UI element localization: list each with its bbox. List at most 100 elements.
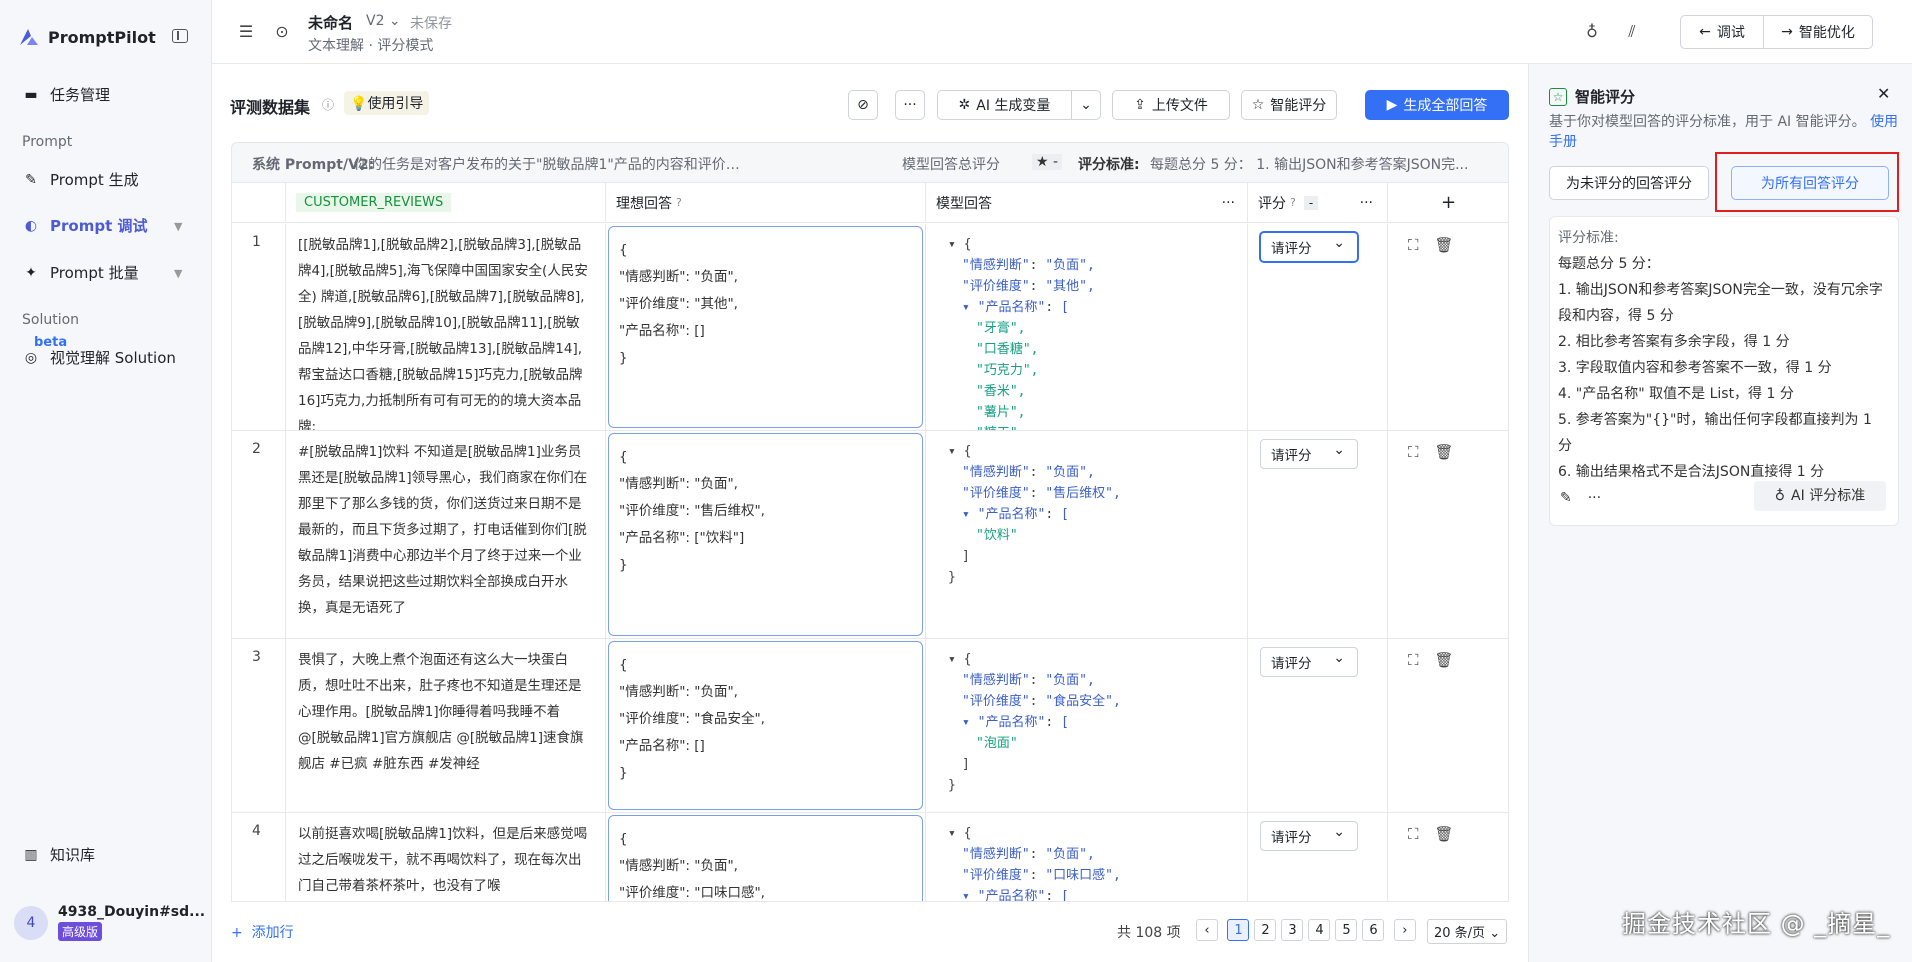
sidebar-item-prompt-debug[interactable]: ◐ Prompt 调试	[22, 215, 148, 236]
info-icon[interactable]: ⓘ	[322, 96, 334, 113]
ideal-answer[interactable]: { "情感判断": "负面", "评价维度": "售后维权", "产品名称": …	[608, 433, 923, 636]
generate-all-button[interactable]: ▶ 生成全部回答	[1365, 90, 1509, 120]
help-icon[interactable]: ?	[1290, 196, 1296, 209]
delete-icon[interactable]: 🗑	[1435, 236, 1454, 254]
page-size-select[interactable]: 20 条/页 ⌄	[1427, 919, 1508, 944]
score-unscored-button[interactable]: 为未评分的回答评分	[1549, 166, 1709, 200]
menu-icon[interactable]: ☰	[236, 22, 256, 42]
ai-generate-var-button[interactable]: ✲ AI 生成变量	[937, 90, 1072, 120]
json-line: "情感判断": "负面",	[962, 465, 1095, 480]
ai-var-dropdown[interactable]: ⌄	[1071, 90, 1101, 120]
sidebar-item-prompt-generate[interactable]: ✎ Prompt 生成	[22, 169, 139, 190]
sidebar-item-tasks[interactable]: ▬ 任务管理	[22, 84, 110, 105]
panel-title: ☆ 智能评分	[1549, 86, 1635, 107]
help-icon[interactable]: ?	[676, 196, 682, 209]
logo[interactable]: PromptPilot	[18, 26, 156, 48]
json-line: "情感判断": "负面",	[962, 847, 1095, 862]
sidebar-item-vision-solution[interactable]: ◎ 视觉理解 Solution	[22, 347, 176, 368]
upload-button[interactable]: ⇪ 上传文件	[1112, 90, 1230, 120]
ideal-cell[interactable]: { "情感判断": "负面", "评价维度": "其他", "产品名称": []…	[606, 224, 926, 430]
page-button[interactable]: 1	[1227, 919, 1250, 941]
model-answer-cell[interactable]: ▾ {"情感判断": "负面", "评价维度": "售后维权", ▾ "产品名称":…	[926, 431, 1248, 638]
expand-icon[interactable]: ⛶	[1408, 651, 1419, 669]
arrow-right-icon: →	[1781, 24, 1793, 40]
sidebar-collapse-icon[interactable]	[172, 29, 188, 43]
ideal-answer[interactable]: { "情感判断": "负面", "评价维度": "其他", "产品名称": []…	[608, 226, 923, 428]
page-title[interactable]: 未命名	[308, 12, 353, 33]
col-reviews[interactable]: CUSTOMER_REVIEWS	[286, 183, 606, 223]
prev-page-button[interactable]: ‹	[1196, 919, 1218, 941]
debug-button[interactable]: ← 调试	[1680, 15, 1764, 49]
score-select[interactable]: 请评分	[1260, 232, 1358, 262]
model-answer-cell[interactable]: ▾ {"情感判断": "负面", "评价维度": "其他", ▾ "产品名称": […	[926, 224, 1248, 430]
delete-icon[interactable]: 🗑	[1435, 651, 1454, 669]
more-icon[interactable]: ···	[1588, 485, 1601, 511]
col-score[interactable]: 评分 ? - ···	[1248, 183, 1388, 223]
json-line: ▾ "产品名称": [	[962, 300, 1069, 315]
more-icon[interactable]: ···	[1222, 195, 1235, 211]
review-cell[interactable]: [[脱敏品牌1],[脱敏品牌2],[脱敏品牌3],[脱敏品牌4],[脱敏品牌5]…	[286, 224, 606, 430]
model-answer-cell[interactable]: ▾ {"情感判断": "负面", "评价维度": "食品安全", ▾ "产品名称":…	[926, 639, 1248, 812]
optimize-button[interactable]: → 智能优化	[1763, 15, 1873, 49]
chevron-down-icon[interactable]: ▼	[174, 220, 182, 233]
sidebar-item-label: Prompt 生成	[50, 171, 139, 189]
add-column-button[interactable]: +	[1388, 183, 1508, 223]
chevron-down-icon[interactable]: ▼	[174, 267, 182, 280]
edit-icon[interactable]: ✎	[1560, 485, 1572, 511]
ideal-cell[interactable]: { "情感判断": "负面", "评价维度": "食品安全", "产品名称": …	[606, 639, 926, 812]
debug-icon: ◐	[24, 217, 38, 234]
ai-criteria-label: AI 评分标准	[1791, 488, 1866, 504]
ideal-answer[interactable]: { "情感判断": "负面", "评价维度": "食品安全", "产品名称": …	[608, 641, 923, 810]
system-prompt-text[interactable]: 你的任务是对客户发布的关于"脱敏品牌1"产品的内容和评价进行识...	[354, 154, 744, 174]
criteria-card[interactable]: 评分标准: 每题总分 5 分： 1. 输出JSON和参考答案JSON完全一致，没有…	[1549, 216, 1899, 526]
col-model[interactable]: 模型回答 ···	[926, 183, 1248, 223]
json-line: "薯片",	[948, 402, 1247, 423]
col-ideal[interactable]: 理想回答 ?	[606, 183, 926, 223]
expand-icon[interactable]: ⛶	[1408, 443, 1419, 461]
ideal-header: 理想回答	[616, 195, 672, 212]
json-key: "情感判断"	[962, 258, 1030, 273]
page-button[interactable]: 6	[1362, 919, 1385, 941]
score-select[interactable]: 请评分	[1260, 821, 1358, 851]
sidebar-item-prompt-batch[interactable]: ✦ Prompt 批量	[22, 262, 138, 283]
delete-icon[interactable]: 🗑	[1435, 825, 1454, 843]
score-select[interactable]: 请评分	[1260, 647, 1358, 677]
sidebar-item-knowledge[interactable]: ▥ 知识库	[22, 844, 95, 865]
hide-button[interactable]: ⊘	[848, 90, 878, 120]
json-line: ▾ {	[948, 237, 972, 252]
expand-icon[interactable]: ⛶	[1408, 236, 1419, 254]
debug-label: 调试	[1716, 25, 1745, 41]
page-button[interactable]: 5	[1335, 919, 1358, 941]
page-button[interactable]: 3	[1281, 919, 1304, 941]
more-button[interactable]: ···	[895, 90, 925, 120]
review-cell[interactable]: #[脱敏品牌1]饮料 不知道是[脱敏品牌1]业务员黑还是[脱敏品牌1]领导黑心，…	[286, 431, 606, 638]
page-size-label: 20 条/页	[1434, 926, 1486, 941]
watermark: 掘金技术社区 @ _摘星_	[1622, 910, 1891, 938]
ai-criteria-button[interactable]: ♁ AI 评分标准	[1754, 481, 1886, 511]
review-cell[interactable]: 以前挺喜欢喝[脱敏品牌1]饮料，但是后来感觉喝过之后喉咙发干，就不再喝饮料了，现…	[286, 813, 606, 901]
ideal-answer[interactable]: { "情感判断": "负面", "评价维度": "口味口感", }	[608, 815, 923, 901]
criteria-text[interactable]: 每题总分 5 分： 1. 输出JSON和参考答案JSON完...	[1150, 154, 1500, 174]
version-selector[interactable]: V2 ⌄	[366, 13, 401, 29]
add-row-button[interactable]: + 添加行	[231, 922, 294, 942]
ideal-cell[interactable]: { "情感判断": "负面", "评价维度": "售后维权", "产品名称": …	[606, 431, 926, 638]
score-select[interactable]: 请评分	[1260, 439, 1358, 469]
bulb-icon[interactable]: ♁	[1582, 22, 1602, 42]
close-icon[interactable]: ✕	[1877, 84, 1890, 103]
compare-icon[interactable]: ⫽	[1622, 22, 1642, 42]
page-button[interactable]: 2	[1254, 919, 1277, 941]
delete-icon[interactable]: 🗑	[1435, 443, 1454, 461]
dataset-title: 评测数据集	[230, 98, 311, 117]
guide-button[interactable]: 💡使用引导	[344, 91, 430, 115]
smart-score-button[interactable]: ☆ 智能评分	[1241, 90, 1337, 120]
user-profile[interactable]: 4 4938_Douyin#sd... 高级版	[14, 904, 205, 941]
page-button[interactable]: 4	[1308, 919, 1331, 941]
model-answer-cell[interactable]: ▾ {"情感判断": "负面", "评价维度": "口味口感", ▾ "产品名称":…	[926, 813, 1248, 901]
next-page-button[interactable]: ›	[1393, 919, 1416, 941]
expand-icon[interactable]: ⛶	[1408, 825, 1419, 843]
json-line: "口香糖",	[948, 339, 1247, 360]
target-icon[interactable]: ⊙	[272, 22, 292, 42]
review-cell[interactable]: 畏惧了，大晚上煮个泡面还有这么大一块蛋白质，想吐吐不出来，肚子疼也不知道是生理还…	[286, 639, 606, 812]
ideal-cell[interactable]: { "情感判断": "负面", "评价维度": "口味口感", }	[606, 813, 926, 901]
more-icon[interactable]: ···	[1360, 195, 1373, 211]
